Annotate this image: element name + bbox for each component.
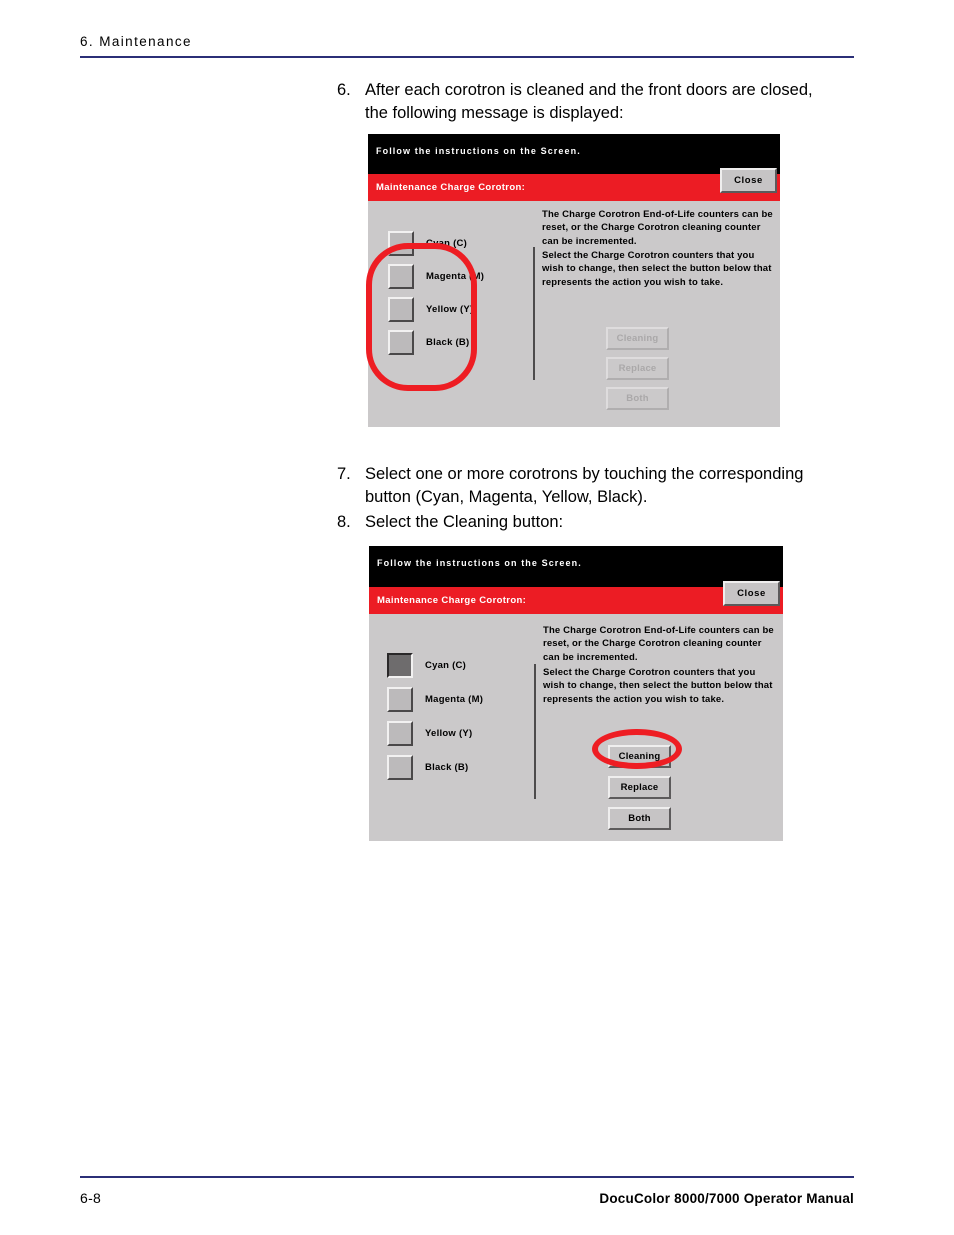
corotron-button-yellow[interactable] bbox=[387, 720, 413, 746]
corotron-label-yellow: Yellow (Y) bbox=[425, 727, 473, 739]
corotron-row-yellow[interactable]: Yellow (Y) bbox=[387, 717, 483, 749]
corotron-button-cyan[interactable] bbox=[387, 652, 413, 678]
corotron-button-black[interactable] bbox=[387, 754, 413, 780]
screen-body: Cyan (C) Magenta (M) Yellow (Y) Black (B… bbox=[368, 201, 780, 427]
corotron-row-yellow[interactable]: Yellow (Y) bbox=[388, 293, 484, 325]
corotron-label-cyan: Cyan (C) bbox=[426, 237, 468, 249]
manual-title: DocuColor 8000/7000 Operator Manual bbox=[599, 1190, 854, 1206]
info-paragraph-2: Select the Charge Corotron counters that… bbox=[543, 667, 773, 705]
status-bar: Follow the instructions on the Screen. bbox=[369, 546, 783, 587]
corotron-button-magenta[interactable] bbox=[388, 263, 414, 289]
corotron-label-magenta: Magenta (M) bbox=[425, 693, 484, 705]
action-button-group: Cleaning Replace Both bbox=[606, 327, 669, 417]
both-button[interactable]: Both bbox=[608, 807, 671, 830]
action-button-group: Cleaning Replace Both bbox=[608, 745, 671, 838]
corotron-row-cyan[interactable]: Cyan (C) bbox=[387, 649, 483, 681]
cleaning-button[interactable]: Cleaning bbox=[608, 745, 671, 768]
info-paragraph-2: Select the Charge Corotron counters that… bbox=[542, 250, 772, 288]
header-divider bbox=[80, 56, 854, 58]
screen-body: Cyan (C) Magenta (M) Yellow (Y) Black (B… bbox=[369, 614, 783, 841]
status-bar-message: Follow the instructions on the Screen. bbox=[376, 146, 581, 156]
corotron-label-black: Black (B) bbox=[426, 336, 470, 348]
step-text: After each corotron is cleaned and the f… bbox=[365, 81, 813, 123]
step-item-8: 8. Select the Cleaning button: bbox=[337, 511, 832, 534]
corotron-label-cyan: Cyan (C) bbox=[425, 659, 467, 671]
corotron-color-list: Cyan (C) Magenta (M) Yellow (Y) Black (B… bbox=[387, 649, 483, 785]
replace-button[interactable]: Replace bbox=[606, 357, 669, 380]
close-button[interactable]: Close bbox=[720, 168, 777, 193]
corotron-label-magenta: Magenta (M) bbox=[426, 270, 485, 282]
screen-title: Maintenance Charge Corotron: bbox=[376, 182, 526, 193]
screen-title-bar: Maintenance Charge Corotron: Close bbox=[368, 168, 780, 201]
device-screen-figure-1: Follow the instructions on the Screen. M… bbox=[368, 134, 780, 427]
close-button[interactable]: Close bbox=[723, 581, 780, 606]
corotron-row-black[interactable]: Black (B) bbox=[387, 751, 483, 783]
footer-row: 6-8 DocuColor 8000/7000 Operator Manual bbox=[80, 1178, 854, 1206]
corotron-color-list: Cyan (C) Magenta (M) Yellow (Y) Black (B… bbox=[388, 227, 484, 359]
replace-button[interactable]: Replace bbox=[608, 776, 671, 799]
corotron-button-cyan[interactable] bbox=[388, 230, 414, 256]
step-number: 7. bbox=[337, 465, 351, 483]
info-paragraph-1: The Charge Corotron End-of-Life counters… bbox=[542, 209, 773, 247]
step-number: 6. bbox=[337, 81, 351, 99]
status-bar-message: Follow the instructions on the Screen. bbox=[377, 558, 582, 568]
corotron-button-black[interactable] bbox=[388, 329, 414, 355]
corotron-button-yellow[interactable] bbox=[388, 296, 414, 322]
step-text: Select the Cleaning button: bbox=[365, 513, 564, 531]
screen-title-bar: Maintenance Charge Corotron: Close bbox=[369, 581, 783, 614]
panel-divider bbox=[533, 247, 535, 380]
step-text: Select one or more corotrons by touching… bbox=[365, 465, 804, 507]
both-button[interactable]: Both bbox=[606, 387, 669, 410]
step-item-7: 7. Select one or more corotrons by touch… bbox=[337, 463, 832, 510]
info-paragraph-1: The Charge Corotron End-of-Life counters… bbox=[543, 625, 774, 663]
corotron-row-magenta[interactable]: Magenta (M) bbox=[387, 683, 483, 715]
page-header: 6. Maintenance bbox=[80, 34, 854, 58]
page-number: 6-8 bbox=[80, 1189, 102, 1206]
page-footer: 6-8 DocuColor 8000/7000 Operator Manual bbox=[80, 1176, 854, 1206]
step-item-6: 6. After each corotron is cleaned and th… bbox=[337, 79, 837, 126]
corotron-label-black: Black (B) bbox=[425, 761, 469, 773]
corotron-row-magenta[interactable]: Magenta (M) bbox=[388, 260, 484, 292]
corotron-button-magenta[interactable] bbox=[387, 686, 413, 712]
step-number: 8. bbox=[337, 513, 351, 531]
corotron-row-black[interactable]: Black (B) bbox=[388, 326, 484, 358]
chapter-heading: 6. Maintenance bbox=[80, 34, 192, 49]
status-bar: Follow the instructions on the Screen. bbox=[368, 134, 780, 174]
corotron-label-yellow: Yellow (Y) bbox=[426, 303, 474, 315]
cleaning-button[interactable]: Cleaning bbox=[606, 327, 669, 350]
device-screen-figure-2: Follow the instructions on the Screen. M… bbox=[369, 546, 783, 841]
screen-title: Maintenance Charge Corotron: bbox=[377, 595, 527, 606]
panel-divider bbox=[534, 664, 536, 799]
corotron-row-cyan[interactable]: Cyan (C) bbox=[388, 227, 484, 259]
